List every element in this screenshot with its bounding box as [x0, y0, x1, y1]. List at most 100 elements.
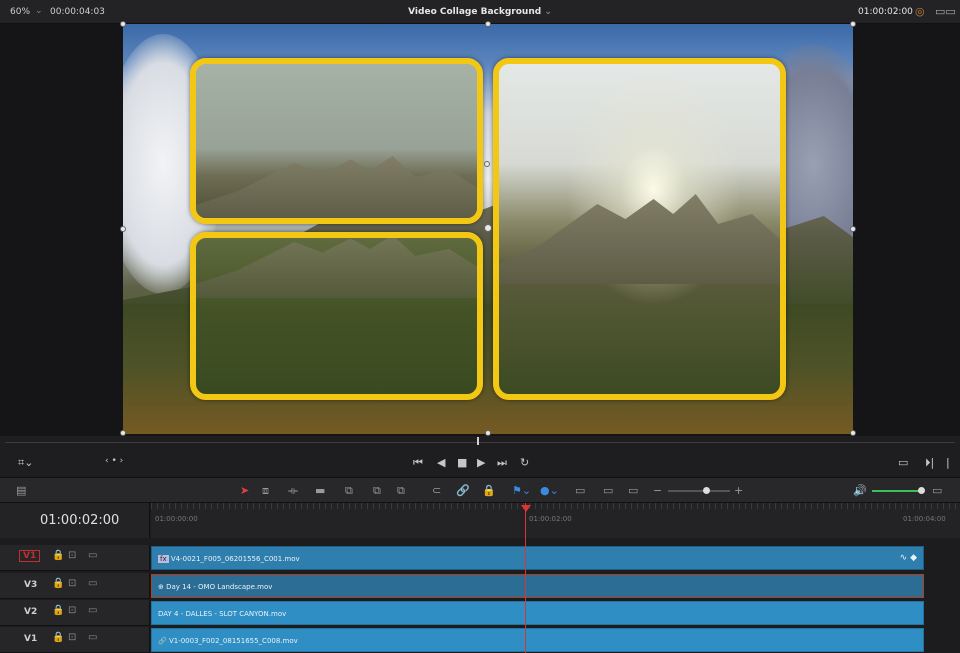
collage-panel-right[interactable]: [493, 58, 786, 400]
selection-tool-icon[interactable]: ➤: [240, 484, 249, 497]
collage-panel-bottom-left[interactable]: [190, 232, 483, 400]
auto-select-icon[interactable]: ⊡: [68, 578, 76, 589]
panel-mountain: [499, 194, 780, 284]
timeline-clip[interactable]: DAY 4 - DALLES - SLOT CANYON.mov: [151, 601, 924, 625]
transform-center-handle[interactable]: [484, 224, 492, 232]
disable-track-icon[interactable]: ▭: [88, 550, 97, 561]
track-name[interactable]: V3: [24, 580, 37, 590]
ruler-ticks: [151, 503, 960, 509]
timeline-clip[interactable]: ⊕ Day 14 - OMO Landscape.mov: [151, 574, 924, 598]
transform-mode-icon[interactable]: ⌗⌄: [18, 456, 33, 470]
lock-icon[interactable]: 🔒: [52, 632, 64, 643]
transport-controls: ⌗⌄ ‹ • › ⏮ ◀ ■ ▶ ⏭ ↻ ▭ ⏵| |: [0, 450, 960, 476]
dynamic-trim-icon[interactable]: ⟛: [288, 484, 298, 498]
clip-name: ⊕ Day 14 - OMO Landscape.mov: [158, 583, 273, 591]
chevron-down-icon: ⌄: [544, 7, 552, 17]
track-header-v1[interactable]: V1 🔒 ⊡ ▭: [0, 627, 150, 653]
blade-tool-icon[interactable]: ▬: [315, 484, 325, 497]
record-timecode: 01:00:02:00: [858, 7, 913, 17]
panel-mountain: [196, 238, 477, 298]
ruler-tick-label: 01:00:04:00: [903, 515, 946, 523]
transform-handle[interactable]: [850, 226, 856, 232]
trim-tool-icon[interactable]: ⧈: [262, 484, 269, 498]
mark-in-out-icon[interactable]: ▭: [898, 456, 908, 469]
timeline-panel: 01:00:02:00 01:00:00:00 01:00:02:00 01:0…: [0, 503, 960, 653]
viewer[interactable]: [0, 21, 960, 436]
layout-icon[interactable]: ▤: [16, 484, 26, 497]
volume-slider-track[interactable]: [872, 490, 922, 492]
scrub-position-marker[interactable]: [477, 437, 479, 445]
disable-track-icon[interactable]: ▭: [88, 578, 97, 589]
next-edit-icon[interactable]: ⏵|: [925, 456, 934, 470]
scrub-bar: [5, 442, 955, 443]
disable-track-icon[interactable]: ▭: [88, 605, 97, 616]
audio-meter-icon[interactable]: ▭: [932, 484, 942, 497]
auto-select-icon[interactable]: ⊡: [68, 632, 76, 643]
go-end-icon[interactable]: |: [946, 456, 950, 469]
resolve-edit-page: 60% ⌄ 00:00:04:03 Video Collage Backgrou…: [0, 0, 960, 653]
volume-slider-knob[interactable]: [918, 487, 925, 494]
playhead-handle[interactable]: [521, 505, 531, 512]
panel-mountain: [196, 156, 477, 218]
track-name[interactable]: V2: [24, 607, 37, 617]
go-to-end-icon[interactable]: ⏭: [497, 456, 507, 470]
link-icon[interactable]: 🔗: [456, 484, 470, 497]
zoom-slider-knob[interactable]: [703, 487, 710, 494]
timeline-clip[interactable]: 🔗 V1-0003_F002_08151655_C008.mov: [151, 628, 924, 652]
ruler-tick-label: 01:00:02:00: [529, 515, 572, 523]
jog-control-icon[interactable]: ‹ • ›: [105, 456, 123, 466]
speaker-icon[interactable]: 🔊: [853, 484, 867, 497]
zoom-custom-icon[interactable]: ▭: [628, 484, 638, 497]
flag-icon[interactable]: ⚑⌄: [512, 484, 531, 497]
overwrite-clip-icon[interactable]: ⧉: [373, 484, 381, 498]
transform-handle[interactable]: [485, 21, 491, 27]
replace-clip-icon[interactable]: ⧉: [397, 484, 405, 498]
clip-name-text: V4-0021_F005_06201556_C001.mov: [170, 555, 300, 563]
track-name[interactable]: V1: [19, 550, 41, 562]
timeline-title-label: Video Collage Background: [408, 7, 542, 17]
keyframe-icon[interactable]: ∿ ◆: [900, 553, 917, 563]
zoom-in-icon[interactable]: +: [734, 484, 743, 497]
disable-track-icon[interactable]: ▭: [88, 632, 97, 643]
playhead[interactable]: [525, 503, 526, 653]
track-header-v4[interactable]: V1 🔒 ⊡ ▭: [0, 545, 150, 571]
clip-name-text: V1-0003_F002_08151655_C008.mov: [168, 637, 298, 645]
timeline-timecode-box: 01:00:02:00: [0, 503, 150, 538]
go-to-start-icon[interactable]: ⏮: [413, 456, 423, 470]
lock-icon[interactable]: 🔒: [482, 484, 496, 497]
clip-name: 🔗 V1-0003_F002_08151655_C008.mov: [158, 637, 298, 645]
snapping-icon[interactable]: ⊂: [432, 484, 441, 497]
collage-panel-top-left[interactable]: [190, 58, 483, 224]
timeline-clip[interactable]: fx V4-0021_F005_06201556_C001.mov ∿ ◆: [151, 546, 924, 570]
viewer-scrubber[interactable]: [0, 436, 960, 450]
loop-icon[interactable]: ↻: [520, 456, 529, 469]
play-reverse-icon[interactable]: ◀: [437, 456, 445, 469]
zoom-full-icon[interactable]: ▭: [575, 484, 585, 497]
transform-handle[interactable]: [120, 226, 126, 232]
play-icon[interactable]: ▶: [477, 456, 485, 469]
transform-handle[interactable]: [120, 21, 126, 27]
color-wheel-icon[interactable]: ◎: [915, 5, 925, 18]
zoom-out-icon[interactable]: −: [653, 484, 662, 497]
timeline-ruler[interactable]: 01:00:00:00 01:00:02:00 01:00:04:00: [151, 503, 960, 538]
track-header-v2[interactable]: V2 🔒 ⊡ ▭: [0, 600, 150, 626]
fx-badge: fx: [158, 555, 169, 563]
track-header-v3[interactable]: V3 🔒 ⊡ ▭: [0, 573, 150, 599]
zoom-detail-icon[interactable]: ▭: [603, 484, 613, 497]
clip-name-text: Day 14 - OMO Landscape.mov: [166, 583, 273, 591]
auto-select-icon[interactable]: ⊡: [68, 605, 76, 616]
lock-icon[interactable]: 🔒: [52, 605, 64, 616]
zoom-slider-track[interactable]: [668, 490, 730, 492]
track-name[interactable]: V1: [24, 634, 37, 644]
timeline-toolbar: ▤ ➤ ⧈ ⟛ ▬ ⧉ ⧉ ⧉ ⊂ 🔗 🔒 ⚑⌄ ●⌄ ▭ ▭ ▭ − + 🔊 …: [0, 477, 960, 503]
transform-handle[interactable]: [484, 161, 490, 167]
marker-icon[interactable]: ●⌄: [540, 484, 559, 497]
dual-viewer-icon[interactable]: ▭▭: [935, 5, 956, 18]
timeline-title[interactable]: Video Collage Background ⌄: [0, 7, 960, 17]
lock-icon[interactable]: 🔒: [52, 578, 64, 589]
insert-clip-icon[interactable]: ⧉: [345, 484, 353, 498]
auto-select-icon[interactable]: ⊡: [68, 550, 76, 561]
stop-icon[interactable]: ■: [457, 456, 467, 469]
lock-icon[interactable]: 🔒: [52, 550, 64, 561]
transform-handle[interactable]: [850, 21, 856, 27]
